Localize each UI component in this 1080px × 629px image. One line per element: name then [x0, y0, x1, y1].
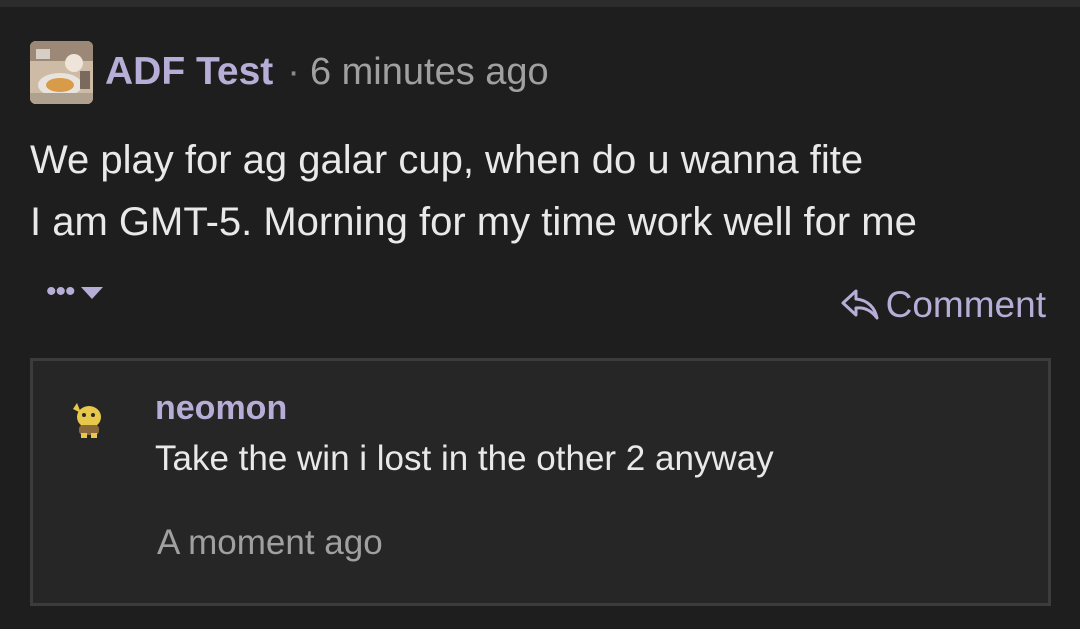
user-photo-avatar-icon: [30, 40, 93, 104]
post-text-line: We play for ag galar cup, when do u wann…: [30, 138, 864, 182]
post-actions: ••• Comment: [0, 272, 1080, 332]
reply-timestamp: A moment ago: [157, 523, 383, 562]
more-options-button[interactable]: •••: [46, 275, 103, 308]
post-card: ADF Test · 6 minutes ago We play for ag …: [0, 7, 1080, 629]
post-body: We play for ag galar cup, when do u wann…: [30, 129, 1050, 253]
post-timestamp: 6 minutes ago: [309, 50, 549, 93]
reply-arrow-icon: [841, 289, 879, 320]
post-author[interactable]: ADF Test: [105, 50, 273, 94]
post-text-line: I am GMT-5. Morning for my time work wel…: [30, 200, 917, 244]
avatar[interactable]: [67, 397, 111, 441]
ellipsis-icon: •••: [46, 275, 75, 308]
caret-down-icon: [80, 287, 103, 299]
top-divider: [0, 0, 1080, 7]
reply-card: neomon Take the win i lost in the other …: [30, 358, 1051, 606]
reply-author[interactable]: neomon: [155, 389, 287, 428]
avatar[interactable]: [30, 40, 93, 104]
pokemon-sprite-avatar-icon: [73, 403, 101, 438]
comment-button[interactable]: Comment: [840, 284, 1046, 326]
meta-separator: ·: [287, 50, 300, 93]
post-header: ADF Test · 6 minutes ago: [30, 40, 549, 104]
reply-text: Take the win i lost in the other 2 anywa…: [155, 439, 774, 478]
comment-label: Comment: [885, 284, 1046, 325]
